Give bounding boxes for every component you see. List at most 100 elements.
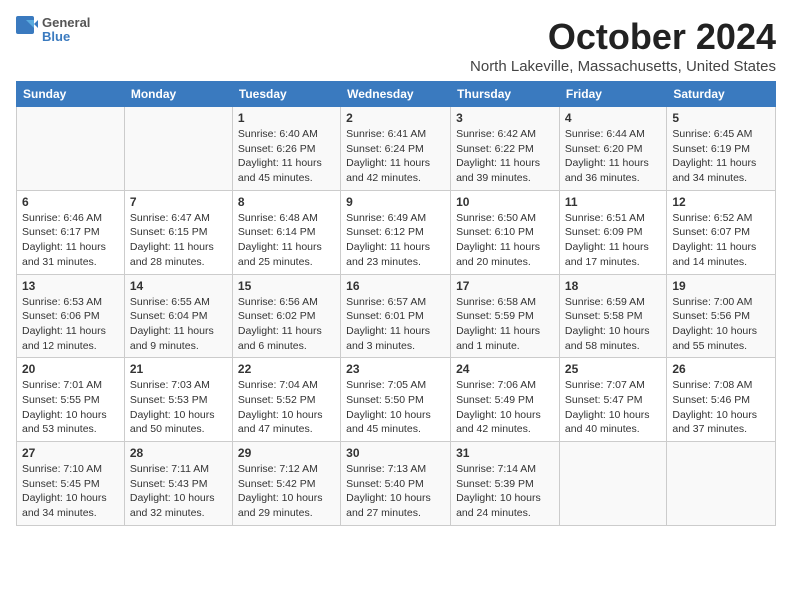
day-number: 11 xyxy=(565,195,661,209)
day-info: Sunrise: 7:05 AM Sunset: 5:50 PM Dayligh… xyxy=(346,378,445,437)
week-row-1: 1 Sunrise: 6:40 AM Sunset: 6:26 PM Daylig… xyxy=(17,107,776,191)
day-header-wednesday: Wednesday xyxy=(341,82,451,107)
calendar-cell: 15 Sunrise: 6:56 AM Sunset: 6:02 PM Dayli… xyxy=(232,274,340,358)
day-info: Sunrise: 6:42 AM Sunset: 6:22 PM Dayligh… xyxy=(456,127,554,186)
calendar-cell: 2 Sunrise: 6:41 AM Sunset: 6:24 PM Daylig… xyxy=(341,107,451,191)
day-number: 12 xyxy=(672,195,770,209)
logo-line1: General xyxy=(42,16,90,30)
week-row-3: 13Sunrise: 6:53 AM Sunset: 6:06 PM Dayli… xyxy=(17,274,776,358)
calendar-cell: 19 Sunrise: 7:00 AM Sunset: 5:56 PM Dayli… xyxy=(667,274,776,358)
day-number: 13 xyxy=(22,279,119,293)
day-number: 2 xyxy=(346,111,445,125)
calendar-cell: 4 Sunrise: 6:44 AM Sunset: 6:20 PM Daylig… xyxy=(559,107,666,191)
calendar-cell xyxy=(559,442,666,526)
calendar-cell: 16Sunrise: 6:57 AM Sunset: 6:01 PM Dayli… xyxy=(341,274,451,358)
day-number: 17 xyxy=(456,279,554,293)
day-number: 16 xyxy=(346,279,445,293)
calendar-cell: 27Sunrise: 7:10 AM Sunset: 5:45 PM Dayli… xyxy=(17,442,125,526)
days-header-row: SundayMondayTuesdayWednesdayThursdayFrid… xyxy=(17,82,776,107)
day-info: Sunrise: 7:04 AM Sunset: 5:52 PM Dayligh… xyxy=(238,378,335,437)
calendar-table: SundayMondayTuesdayWednesdayThursdayFrid… xyxy=(16,81,776,526)
day-info: Sunrise: 7:01 AM Sunset: 5:55 PM Dayligh… xyxy=(22,378,119,437)
day-info: Sunrise: 6:58 AM Sunset: 5:59 PM Dayligh… xyxy=(456,295,554,354)
day-number: 18 xyxy=(565,279,661,293)
day-number: 21 xyxy=(130,362,227,376)
day-number: 20 xyxy=(22,362,119,376)
calendar-cell: 30Sunrise: 7:13 AM Sunset: 5:40 PM Dayli… xyxy=(341,442,451,526)
day-number: 26 xyxy=(672,362,770,376)
day-header-tuesday: Tuesday xyxy=(232,82,340,107)
day-info: Sunrise: 7:14 AM Sunset: 5:39 PM Dayligh… xyxy=(456,462,554,521)
logo: General Blue xyxy=(16,16,90,45)
day-info: Sunrise: 6:49 AM Sunset: 6:12 PM Dayligh… xyxy=(346,211,445,270)
day-info: Sunrise: 6:45 AM Sunset: 6:19 PM Dayligh… xyxy=(672,127,770,186)
calendar-cell xyxy=(124,107,232,191)
day-info: Sunrise: 6:52 AM Sunset: 6:07 PM Dayligh… xyxy=(672,211,770,270)
calendar-cell: 23 Sunrise: 7:05 AM Sunset: 5:50 PM Dayli… xyxy=(341,358,451,442)
day-info: Sunrise: 7:11 AM Sunset: 5:43 PM Dayligh… xyxy=(130,462,227,521)
calendar-cell xyxy=(17,107,125,191)
day-number: 3 xyxy=(456,111,554,125)
calendar-cell: 1 Sunrise: 6:40 AM Sunset: 6:26 PM Daylig… xyxy=(232,107,340,191)
logo-icon xyxy=(16,16,38,44)
calendar-cell: 24Sunrise: 7:06 AM Sunset: 5:49 PM Dayli… xyxy=(451,358,560,442)
title-area: October 2024 North Lakeville, Massachuse… xyxy=(470,16,776,75)
day-number: 25 xyxy=(565,362,661,376)
day-number: 6 xyxy=(22,195,119,209)
calendar-cell: 28 Sunrise: 7:11 AM Sunset: 5:43 PM Dayli… xyxy=(124,442,232,526)
day-number: 8 xyxy=(238,195,335,209)
day-number: 19 xyxy=(672,279,770,293)
calendar-cell: 20 Sunrise: 7:01 AM Sunset: 5:55 PM Dayli… xyxy=(17,358,125,442)
month-title: October 2024 xyxy=(470,16,776,58)
logo-line2: Blue xyxy=(42,30,90,44)
day-info: Sunrise: 6:50 AM Sunset: 6:10 PM Dayligh… xyxy=(456,211,554,270)
day-info: Sunrise: 6:51 AM Sunset: 6:09 PM Dayligh… xyxy=(565,211,661,270)
day-number: 14 xyxy=(130,279,227,293)
day-number: 23 xyxy=(346,362,445,376)
day-info: Sunrise: 6:56 AM Sunset: 6:02 PM Dayligh… xyxy=(238,295,335,354)
day-info: Sunrise: 6:46 AM Sunset: 6:17 PM Dayligh… xyxy=(22,211,119,270)
day-info: Sunrise: 7:00 AM Sunset: 5:56 PM Dayligh… xyxy=(672,295,770,354)
calendar-cell: 17 Sunrise: 6:58 AM Sunset: 5:59 PM Dayli… xyxy=(451,274,560,358)
calendar-cell: 7Sunrise: 6:47 AM Sunset: 6:15 PM Daylig… xyxy=(124,190,232,274)
calendar-cell: 5Sunrise: 6:45 AM Sunset: 6:19 PM Daylig… xyxy=(667,107,776,191)
calendar-cell: 3 Sunrise: 6:42 AM Sunset: 6:22 PM Daylig… xyxy=(451,107,560,191)
day-info: Sunrise: 6:44 AM Sunset: 6:20 PM Dayligh… xyxy=(565,127,661,186)
day-number: 9 xyxy=(346,195,445,209)
week-row-2: 6 Sunrise: 6:46 AM Sunset: 6:17 PM Daylig… xyxy=(17,190,776,274)
week-row-5: 27Sunrise: 7:10 AM Sunset: 5:45 PM Dayli… xyxy=(17,442,776,526)
location-title: North Lakeville, Massachusetts, United S… xyxy=(470,58,776,75)
page-header: General Blue October 2024 North Lakevill… xyxy=(16,16,776,75)
day-info: Sunrise: 6:41 AM Sunset: 6:24 PM Dayligh… xyxy=(346,127,445,186)
day-info: Sunrise: 7:03 AM Sunset: 5:53 PM Dayligh… xyxy=(130,378,227,437)
day-header-thursday: Thursday xyxy=(451,82,560,107)
calendar-cell: 25Sunrise: 7:07 AM Sunset: 5:47 PM Dayli… xyxy=(559,358,666,442)
day-info: Sunrise: 7:08 AM Sunset: 5:46 PM Dayligh… xyxy=(672,378,770,437)
day-number: 27 xyxy=(22,446,119,460)
day-number: 1 xyxy=(238,111,335,125)
calendar-cell: 11 Sunrise: 6:51 AM Sunset: 6:09 PM Dayli… xyxy=(559,190,666,274)
day-header-sunday: Sunday xyxy=(17,82,125,107)
day-info: Sunrise: 6:47 AM Sunset: 6:15 PM Dayligh… xyxy=(130,211,227,270)
day-info: Sunrise: 6:48 AM Sunset: 6:14 PM Dayligh… xyxy=(238,211,335,270)
calendar-cell: 8 Sunrise: 6:48 AM Sunset: 6:14 PM Daylig… xyxy=(232,190,340,274)
calendar-cell: 14Sunrise: 6:55 AM Sunset: 6:04 PM Dayli… xyxy=(124,274,232,358)
day-header-friday: Friday xyxy=(559,82,666,107)
day-info: Sunrise: 6:40 AM Sunset: 6:26 PM Dayligh… xyxy=(238,127,335,186)
calendar-cell: 9 Sunrise: 6:49 AM Sunset: 6:12 PM Daylig… xyxy=(341,190,451,274)
day-number: 22 xyxy=(238,362,335,376)
day-info: Sunrise: 6:59 AM Sunset: 5:58 PM Dayligh… xyxy=(565,295,661,354)
calendar-cell: 31Sunrise: 7:14 AM Sunset: 5:39 PM Dayli… xyxy=(451,442,560,526)
calendar-cell: 26 Sunrise: 7:08 AM Sunset: 5:46 PM Dayli… xyxy=(667,358,776,442)
day-number: 4 xyxy=(565,111,661,125)
calendar-cell: 12 Sunrise: 6:52 AM Sunset: 6:07 PM Dayli… xyxy=(667,190,776,274)
day-number: 30 xyxy=(346,446,445,460)
day-header-saturday: Saturday xyxy=(667,82,776,107)
calendar-cell: 10Sunrise: 6:50 AM Sunset: 6:10 PM Dayli… xyxy=(451,190,560,274)
day-info: Sunrise: 7:12 AM Sunset: 5:42 PM Dayligh… xyxy=(238,462,335,521)
day-number: 24 xyxy=(456,362,554,376)
calendar-cell: 21 Sunrise: 7:03 AM Sunset: 5:53 PM Dayli… xyxy=(124,358,232,442)
day-number: 28 xyxy=(130,446,227,460)
calendar-cell: 13Sunrise: 6:53 AM Sunset: 6:06 PM Dayli… xyxy=(17,274,125,358)
day-number: 15 xyxy=(238,279,335,293)
